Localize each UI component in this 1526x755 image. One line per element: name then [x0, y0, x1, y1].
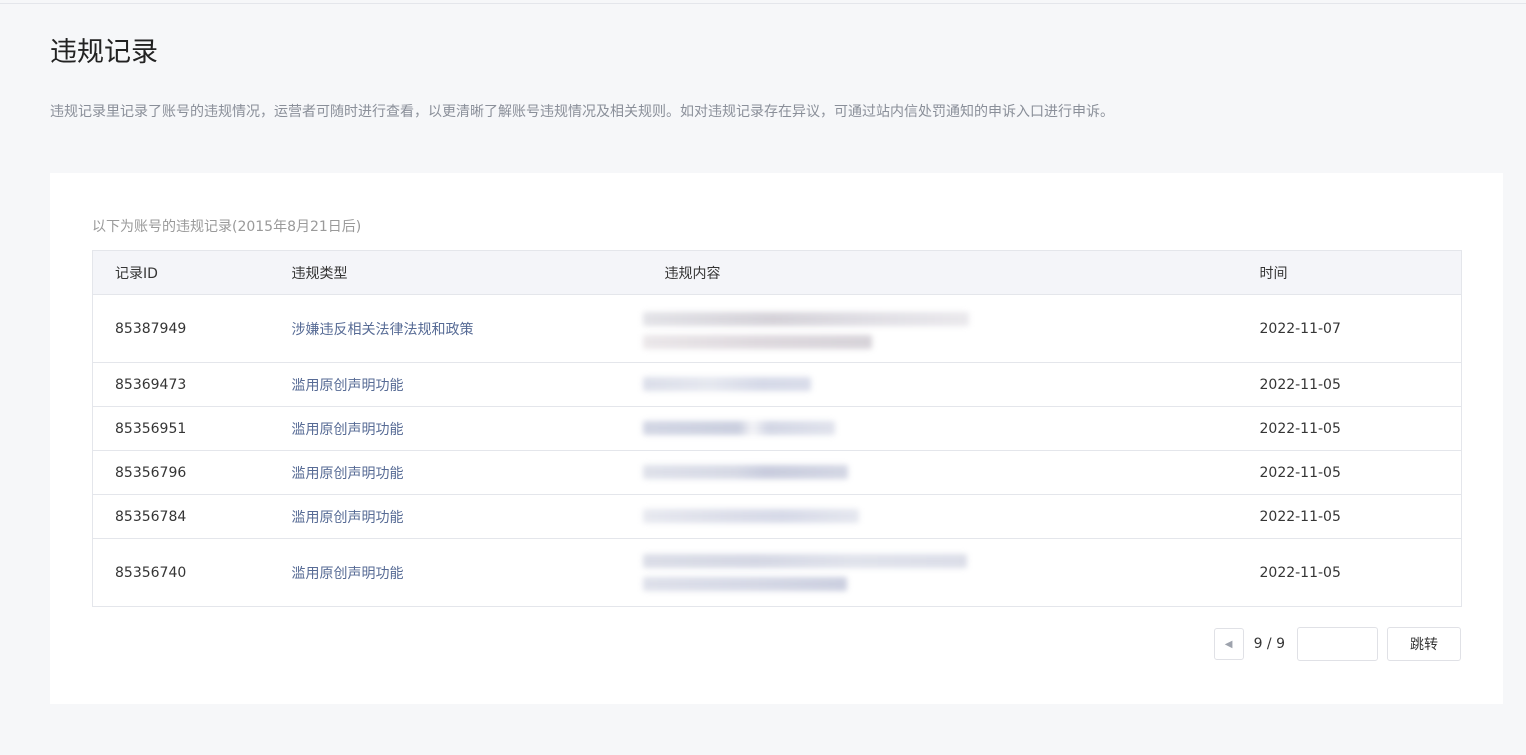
column-header-id: 记录ID: [92, 250, 270, 295]
page-jump-input[interactable]: [1297, 627, 1378, 661]
violation-type-link[interactable]: 滥用原创声明功能: [269, 362, 643, 407]
violation-type-link[interactable]: 涉嫌违反相关法律法规和政策: [269, 294, 643, 363]
page-title: 违规记录: [50, 37, 158, 68]
column-header-time: 时间: [1237, 250, 1462, 295]
triangle-left-icon: ◀: [1224, 638, 1233, 650]
page-description: 违规记录里记录了账号的违规情况，运营者可随时进行查看，以更清晰了解账号违规情况及…: [50, 104, 1114, 120]
column-header-type: 违规类型: [269, 250, 643, 295]
table-header-row: 记录ID 违规类型 违规内容 时间: [92, 250, 1462, 295]
violation-time: 2022-11-05: [1237, 362, 1462, 407]
page-indicator: 9 / 9: [1253, 636, 1285, 652]
violation-type-link[interactable]: 滥用原创声明功能: [269, 494, 643, 539]
top-divider: [0, 3, 1526, 4]
violation-time: 2022-11-05: [1237, 450, 1462, 495]
table-row: 85356951 滥用原创声明功能 2022-11-05: [92, 406, 1462, 451]
table-row: 85356784 滥用原创声明功能 2022-11-05: [92, 494, 1462, 539]
record-id: 85369473: [92, 362, 270, 407]
record-id: 85356796: [92, 450, 270, 495]
violation-type-link[interactable]: 滥用原创声明功能: [269, 450, 643, 495]
records-card: 以下为账号的违规记录(2015年8月21日后) 记录ID 违规类型 违规内容 时…: [50, 173, 1503, 704]
violation-content-redacted: [642, 538, 1238, 607]
column-header-content: 违规内容: [642, 250, 1238, 295]
table-row: 85387949 涉嫌违反相关法律法规和政策 2022-11-07: [92, 294, 1462, 363]
table-row: 85369473 滥用原创声明功能 2022-11-05: [92, 362, 1462, 407]
table-row: 85356796 滥用原创声明功能 2022-11-05: [92, 450, 1462, 495]
prev-page-button[interactable]: ◀: [1213, 628, 1244, 660]
violation-time: 2022-11-07: [1237, 294, 1462, 363]
violation-type-link[interactable]: 滥用原创声明功能: [269, 538, 643, 607]
table-caption: 以下为账号的违规记录(2015年8月21日后): [92, 219, 362, 235]
jump-button[interactable]: 跳转: [1387, 627, 1461, 661]
violation-content-redacted: [642, 450, 1238, 495]
record-id: 85356740: [92, 538, 270, 607]
violation-type-link[interactable]: 滥用原创声明功能: [269, 406, 643, 451]
violation-content-redacted: [642, 494, 1238, 539]
violation-time: 2022-11-05: [1237, 538, 1462, 607]
table-row: 85356740 滥用原创声明功能 2022-11-05: [92, 538, 1462, 607]
violation-time: 2022-11-05: [1237, 406, 1462, 451]
violation-content-redacted: [642, 406, 1238, 451]
violation-content-redacted: [642, 294, 1238, 363]
pagination: ◀ 9 / 9 跳转: [1213, 627, 1461, 661]
record-id: 85356784: [92, 494, 270, 539]
violation-content-redacted: [642, 362, 1238, 407]
record-id: 85356951: [92, 406, 270, 451]
violation-time: 2022-11-05: [1237, 494, 1462, 539]
violation-table: 记录ID 违规类型 违规内容 时间 85387949 涉嫌违反相关法律法规和政策…: [92, 250, 1462, 607]
record-id: 85387949: [92, 294, 270, 363]
